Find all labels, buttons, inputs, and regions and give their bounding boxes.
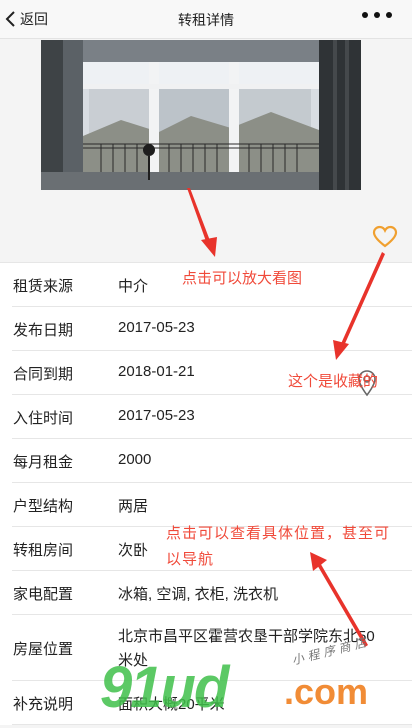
watermark-brand: 91ud	[100, 655, 229, 720]
detail-row-appliances: 家电配置 冰箱, 空调, 衣柜, 洗衣机	[12, 571, 412, 615]
detail-value: 2018-01-21	[118, 363, 195, 380]
favorite-hint-annotation: 这个是收藏的	[288, 373, 379, 390]
detail-label: 房屋位置	[13, 641, 74, 658]
detail-label: 补充说明	[13, 696, 74, 713]
page-title: 转租详情	[178, 12, 234, 28]
detail-label: 转租房间	[13, 542, 74, 559]
detail-value: 冰箱, 空调, 衣柜, 洗衣机	[118, 586, 279, 603]
detail-value: 2017-05-23	[118, 407, 195, 424]
detail-label: 发布日期	[13, 322, 74, 339]
more-dot-icon	[374, 12, 380, 18]
detail-value: 2017-05-23	[118, 319, 195, 336]
detail-value: 次卧	[118, 542, 149, 559]
watermark-domain: .com	[284, 671, 369, 712]
more-dot-icon	[386, 12, 392, 18]
heart-icon	[372, 225, 398, 248]
more-menu-button[interactable]	[362, 12, 392, 18]
detail-row-monthly-rent: 每月租金 2000	[12, 439, 412, 483]
detail-label: 家电配置	[13, 586, 74, 603]
zoom-hint-annotation: 点击可以放大看图	[182, 270, 303, 287]
detail-label: 租赁来源	[13, 278, 74, 295]
location-hint-annotation: 点击可以查看具体位置，甚至可以导航	[166, 525, 391, 568]
more-dot-icon	[362, 12, 368, 18]
detail-label: 户型结构	[13, 498, 74, 515]
navigation-bar: 返回 转租详情	[0, 0, 412, 39]
detail-row-move-in: 入住时间 2017-05-23	[12, 395, 412, 439]
detail-value: 2000	[118, 451, 152, 468]
detail-label: 入住时间	[13, 410, 74, 427]
detail-value: 中介	[118, 278, 149, 295]
detail-value: 两居	[118, 498, 149, 515]
favorite-button[interactable]	[372, 225, 398, 254]
detail-label: 每月租金	[13, 454, 74, 471]
room-photo-carousel[interactable]	[41, 40, 361, 190]
detail-row-publish-date: 发布日期 2017-05-23	[12, 307, 412, 351]
room-photo	[41, 40, 361, 190]
detail-label: 合同到期	[13, 366, 74, 383]
